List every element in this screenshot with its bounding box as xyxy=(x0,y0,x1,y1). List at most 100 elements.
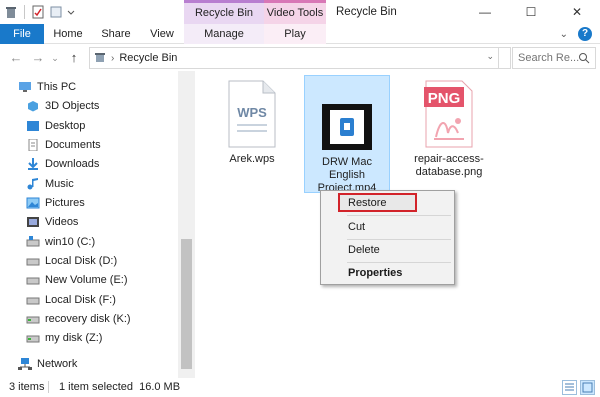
recycle-bin-icon xyxy=(4,5,18,19)
back-icon[interactable]: ← xyxy=(8,49,24,67)
new-folder-icon[interactable] xyxy=(49,5,63,19)
window-controls: — ☐ ✕ xyxy=(462,0,600,24)
tab-file[interactable]: File xyxy=(0,24,44,44)
recent-locations-icon[interactable]: ⌄ xyxy=(50,49,60,67)
search-icon[interactable] xyxy=(578,52,590,64)
pictures-icon xyxy=(26,197,40,209)
file-name: repair-access-database.png xyxy=(414,153,484,178)
tree-item-label: Downloads xyxy=(45,158,100,170)
network-icon xyxy=(18,358,32,370)
tree-item-label: recovery disk (K:) xyxy=(45,313,131,325)
video-file-icon xyxy=(322,104,372,150)
item-count: 3 items xyxy=(9,381,45,393)
drive-icon xyxy=(26,294,40,306)
navigation-pane: This PC 3D Objects Desktop Documents Dow… xyxy=(0,71,178,378)
tree-item-drive-e[interactable]: New Volume (E:) xyxy=(26,271,128,289)
music-icon xyxy=(26,178,40,190)
details-view-icon[interactable] xyxy=(562,380,577,395)
file-badge-text: PNG xyxy=(428,90,461,107)
ribbon-tab-bar: File Home Share View Manage Play ⌄ ? xyxy=(0,24,600,44)
file-item-drw-mp4[interactable]: DRW Mac English Project.mp4 xyxy=(304,75,390,194)
tree-item-label: win10 (C:) xyxy=(45,236,96,248)
minimize-button[interactable]: — xyxy=(462,0,508,24)
tree-item-label: Desktop xyxy=(45,120,86,132)
tree-item-drive-c[interactable]: win10 (C:) xyxy=(26,233,95,251)
tree-item-drive-z[interactable]: my disk (Z:) xyxy=(26,329,102,347)
context-menu: Restore Cut Delete Properties xyxy=(320,190,455,285)
qat-separator xyxy=(24,5,25,19)
tab-view[interactable]: View xyxy=(146,24,178,44)
properties-icon[interactable] xyxy=(31,5,45,19)
tree-item-downloads[interactable]: Downloads xyxy=(26,155,99,173)
tree-item-documents[interactable]: Documents xyxy=(26,136,101,154)
help-icon[interactable]: ? xyxy=(578,27,592,41)
address-dropdown-icon[interactable]: ⌄ xyxy=(486,51,494,62)
tree-item-label: Local Disk (F:) xyxy=(45,294,116,306)
recycle-bin-small-icon xyxy=(94,51,106,66)
address-row: ← → ⌄ ↑ › Recycle Bin ⌄ xyxy=(0,45,600,71)
file-item-arek-wps[interactable]: WPS Arek.wps xyxy=(210,79,294,179)
tree-item-drive-f[interactable]: Local Disk (F:) xyxy=(26,291,116,309)
tree-item-pictures[interactable]: Pictures xyxy=(26,194,85,212)
file-name: Arek.wps xyxy=(229,153,275,165)
tree-item-label: This PC xyxy=(37,81,77,93)
large-icons-view-icon[interactable] xyxy=(580,380,595,395)
tree-item-drive-d[interactable]: Local Disk (D:) xyxy=(26,252,117,270)
status-bar: 3 items 1 item selected 16.0 MB xyxy=(0,378,600,397)
forward-icon[interactable]: → xyxy=(30,49,46,67)
menu-item-cut[interactable]: Cut xyxy=(322,217,453,237)
menu-item-delete[interactable]: Delete xyxy=(322,240,453,260)
tree-item-desktop[interactable]: Desktop xyxy=(26,117,85,135)
tab-home[interactable]: Home xyxy=(50,24,86,44)
status-divider xyxy=(48,381,49,393)
tree-item-music[interactable]: Music xyxy=(26,175,74,193)
quick-access-toolbar xyxy=(4,3,75,21)
wps-document-icon: WPS xyxy=(228,80,276,148)
png-image-icon: PNG xyxy=(424,80,473,148)
up-icon[interactable]: ↑ xyxy=(66,49,82,67)
window-title: Recycle Bin xyxy=(336,6,397,18)
drive-icon xyxy=(26,274,40,286)
selection-info: 1 item selected 16.0 MB xyxy=(59,381,181,393)
search-input[interactable] xyxy=(518,52,582,64)
tree-item-this-pc[interactable]: This PC xyxy=(18,78,76,96)
documents-icon xyxy=(26,138,40,152)
tree-item-label: my disk (Z:) xyxy=(45,332,103,344)
videos-icon xyxy=(26,216,40,228)
tree-item-label: Documents xyxy=(45,139,101,151)
menu-item-restore[interactable]: Restore xyxy=(322,193,453,213)
tree-item-drive-k[interactable]: recovery disk (K:) xyxy=(26,310,131,328)
title-bar: Recycle Bin Tools Video Tools Recycle Bi… xyxy=(0,0,600,39)
file-item-repair-png[interactable]: PNG repair-access-database.png xyxy=(405,79,493,189)
expand-ribbon-icon[interactable]: ⌄ xyxy=(560,29,568,40)
close-button[interactable]: ✕ xyxy=(554,0,600,24)
menu-item-properties[interactable]: Properties xyxy=(322,263,453,283)
drive-icon xyxy=(26,236,40,248)
tab-play[interactable]: Play xyxy=(264,24,326,44)
tree-item-label: New Volume (E:) xyxy=(45,274,128,286)
tree-item-network[interactable]: Network xyxy=(18,355,77,373)
drive-icon xyxy=(26,313,40,325)
file-badge-text: WPS xyxy=(237,105,267,120)
tree-item-videos[interactable]: Videos xyxy=(26,213,78,231)
address-bar[interactable]: › Recycle Bin ⌄ xyxy=(89,47,499,69)
search-box[interactable] xyxy=(512,47,596,69)
drive-icon xyxy=(26,255,40,267)
tab-manage[interactable]: Manage xyxy=(184,24,264,44)
qat-dropdown-icon[interactable] xyxy=(67,5,75,19)
download-icon xyxy=(26,158,40,170)
maximize-button[interactable]: ☐ xyxy=(508,0,554,24)
scrollbar-thumb[interactable] xyxy=(181,239,192,369)
recycle-bin-tools-label: Recycle Bin Tools xyxy=(184,0,264,39)
refresh-button[interactable] xyxy=(499,47,511,69)
ribbon-right-controls: ⌄ ? xyxy=(560,26,592,42)
menu-separator xyxy=(347,215,451,216)
breadcrumb[interactable]: Recycle Bin xyxy=(119,52,177,64)
tree-item-label: Videos xyxy=(45,216,79,228)
tree-item-3d-objects[interactable]: 3D Objects xyxy=(26,97,99,115)
tree-item-label: Music xyxy=(45,178,74,190)
desktop-icon xyxy=(26,120,40,132)
navigation-scrollbar[interactable] xyxy=(178,71,195,378)
tab-share[interactable]: Share xyxy=(98,24,134,44)
tree-item-label: Network xyxy=(37,358,78,370)
